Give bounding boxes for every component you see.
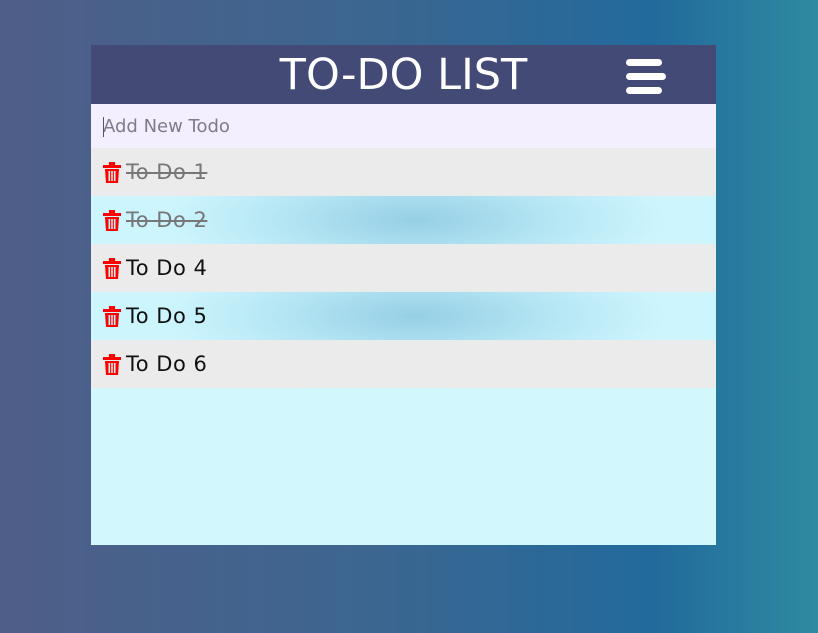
menu-bar-middle (626, 73, 666, 80)
hamburger-menu-icon[interactable] (623, 59, 667, 95)
app-header: TO-DO LIST (91, 45, 716, 104)
todo-text: To Do 1 (126, 160, 208, 184)
trash-icon[interactable] (103, 305, 121, 327)
menu-bar-bottom (626, 87, 662, 94)
text-caret (103, 117, 104, 137)
trash-icon[interactable] (103, 209, 121, 231)
todo-app: TO-DO LIST To Do 1 (91, 45, 716, 545)
todo-text: To Do 6 (126, 352, 208, 376)
trash-icon[interactable] (103, 257, 121, 279)
todo-item[interactable]: To Do 2 (91, 196, 716, 244)
todo-item[interactable]: To Do 6 (91, 340, 716, 388)
todo-item[interactable]: To Do 4 (91, 244, 716, 292)
trash-icon[interactable] (103, 161, 121, 183)
todo-list: To Do 1 To Do 2 To Do 4 To Do 5 To Do 6 (91, 148, 716, 388)
todo-text: To Do 4 (126, 256, 208, 280)
menu-bar-top (626, 59, 662, 66)
trash-icon[interactable] (103, 353, 121, 375)
todo-text: To Do 5 (126, 304, 208, 328)
add-todo-input[interactable] (91, 104, 716, 148)
todo-text: To Do 2 (126, 208, 208, 232)
todo-item[interactable]: To Do 1 (91, 148, 716, 196)
todo-item[interactable]: To Do 5 (91, 292, 716, 340)
